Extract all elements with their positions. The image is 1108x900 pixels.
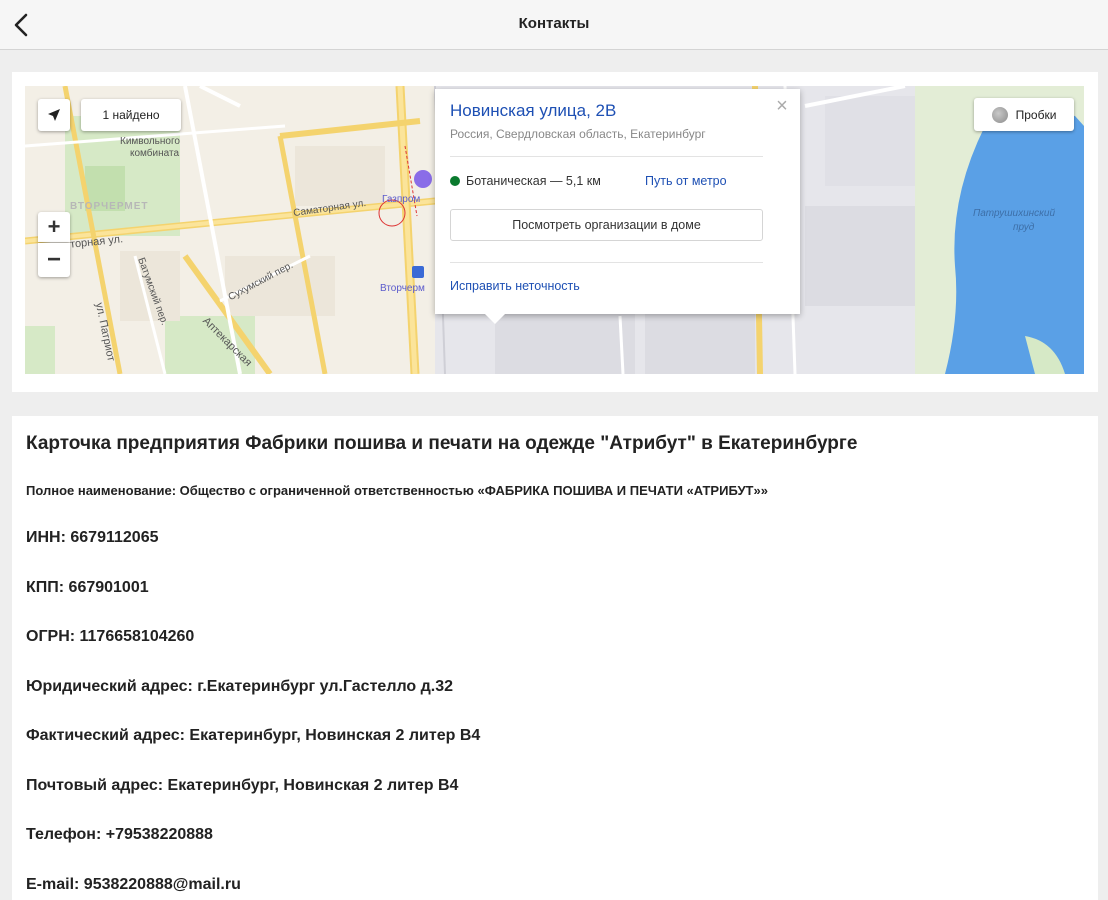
company-title: Карточка предприятия Фабрики пошива и пе… xyxy=(26,433,858,454)
map-label: комбината xyxy=(130,148,180,159)
company-postal-address: Почтовый адрес: Екатеринбург, Новинская … xyxy=(26,777,459,794)
traffic-label: Пробки xyxy=(1015,107,1057,122)
gas-station-icon[interactable] xyxy=(414,170,432,188)
map-label: пруд xyxy=(1013,222,1035,233)
company-inn: ИНН: 6679112065 xyxy=(26,529,159,546)
company-full-name: Полное наименование: Общество с ограниче… xyxy=(26,483,768,498)
metro-icon xyxy=(450,176,460,186)
fix-inaccuracy-link[interactable]: Исправить неточность xyxy=(450,279,580,293)
map-card: Кимвольного комбината ВТОРЧЕРМЕТ Саматор… xyxy=(12,72,1098,392)
location-arrow-icon xyxy=(48,109,60,121)
address-popup: × Новинская улица, 2В Россия, Свердловск… xyxy=(435,89,800,324)
my-location-button[interactable] xyxy=(38,99,70,131)
divider xyxy=(450,156,763,157)
map-label: Кимвольного xyxy=(120,136,180,147)
view-organizations-button[interactable]: Посмотреть организации в доме xyxy=(450,209,763,241)
company-email: E-mail: 9538220888@mail.ru xyxy=(26,876,241,893)
map-label: ВТОРЧЕРМЕТ xyxy=(70,201,149,212)
company-actual-address: Фактический адрес: Екатеринбург, Новинск… xyxy=(26,727,481,744)
map[interactable]: Кимвольного комбината ВТОРЧЕРМЕТ Саматор… xyxy=(25,86,1084,374)
close-icon[interactable]: × xyxy=(772,96,792,117)
map-label: Газпром xyxy=(382,194,421,205)
company-kpp: КПП: 667901001 xyxy=(26,579,149,596)
page-title: Контакты xyxy=(518,15,590,32)
bus-stop-icon[interactable] xyxy=(412,266,424,278)
found-results-button[interactable]: 1 найдено xyxy=(81,99,181,131)
company-card: Карточка предприятия Фабрики пошива и пе… xyxy=(12,416,1098,900)
top-bar: Контакты xyxy=(0,0,1108,50)
zoom-in-button[interactable]: + xyxy=(38,212,70,242)
map-label: Патрушихинский xyxy=(973,208,1056,219)
popup-address-region: Россия, Свердловская область, Екатеринбу… xyxy=(450,127,706,141)
metro-distance: Ботаническая — 5,1 км xyxy=(466,174,601,188)
map-label: Вторчерм xyxy=(380,283,425,294)
traffic-light-icon xyxy=(991,106,1008,123)
popup-address-title[interactable]: Новинская улица, 2В xyxy=(450,101,616,121)
traffic-button[interactable]: Пробки xyxy=(974,98,1074,131)
divider xyxy=(450,262,763,263)
route-from-metro-link[interactable]: Путь от метро xyxy=(645,174,727,188)
company-phone: Телефон: +79538220888 xyxy=(26,826,213,843)
zoom-out-button[interactable]: − xyxy=(38,243,70,277)
company-legal-address: Юридический адрес: г.Екатеринбург ул.Гас… xyxy=(26,678,454,695)
metro-info: Ботаническая — 5,1 км xyxy=(450,174,601,188)
company-ogrn: ОГРН: 1176658104260 xyxy=(26,628,195,645)
